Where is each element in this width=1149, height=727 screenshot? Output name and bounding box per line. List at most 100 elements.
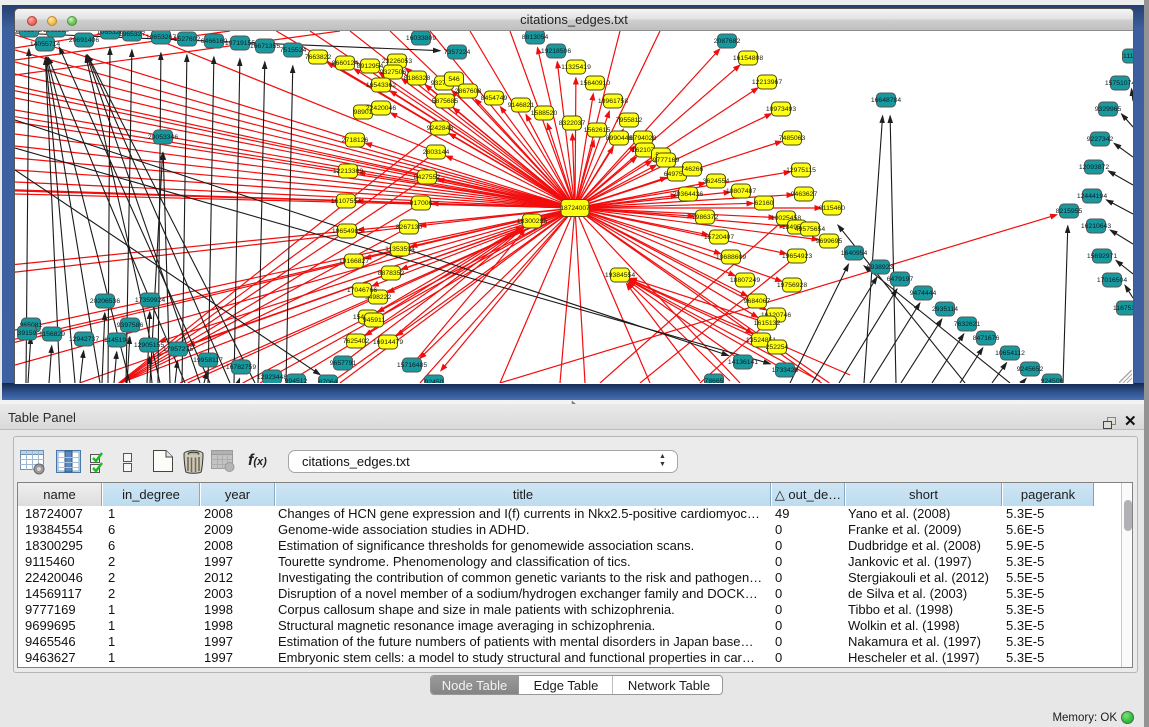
svg-text:12093872: 12093872 bbox=[1079, 164, 1109, 171]
svg-text:15720407: 15720407 bbox=[704, 234, 734, 241]
svg-text:1965327: 1965327 bbox=[119, 31, 146, 38]
svg-text:19756928: 19756928 bbox=[777, 282, 807, 289]
svg-text:16648784: 16648784 bbox=[871, 97, 901, 104]
svg-text:9245652: 9245652 bbox=[1017, 366, 1044, 373]
svg-text:10688609: 10688609 bbox=[716, 254, 746, 261]
svg-text:49575654: 49575654 bbox=[795, 226, 825, 233]
svg-text:16033809: 16033809 bbox=[406, 35, 436, 42]
svg-text:7485063: 7485063 bbox=[779, 135, 806, 142]
svg-text:20053346: 20053346 bbox=[148, 134, 178, 141]
svg-text:2867608: 2867608 bbox=[455, 88, 482, 95]
svg-text:9115460: 9115460 bbox=[819, 205, 845, 212]
svg-text:2405572: 2405572 bbox=[16, 31, 43, 34]
svg-text:3624554: 3624554 bbox=[703, 178, 730, 185]
svg-text:16914479: 16914479 bbox=[373, 339, 403, 346]
svg-text:2718126: 2718126 bbox=[342, 137, 369, 144]
svg-text:10807487: 10807487 bbox=[726, 188, 756, 195]
svg-text:14136141: 14136141 bbox=[728, 359, 758, 366]
svg-text:7515524: 7515524 bbox=[280, 47, 307, 54]
svg-text:15716485: 15716485 bbox=[397, 362, 427, 369]
svg-text:16671355: 16671355 bbox=[250, 43, 280, 50]
svg-text:8215955: 8215955 bbox=[1056, 208, 1083, 215]
svg-text:9397586: 9397586 bbox=[117, 322, 144, 329]
svg-text:8660124: 8660124 bbox=[332, 60, 359, 67]
svg-text:7357224: 7357224 bbox=[444, 49, 471, 56]
svg-text:9777169: 9777169 bbox=[653, 157, 680, 164]
svg-text:8322037: 8322037 bbox=[559, 120, 586, 127]
svg-text:12213369: 12213369 bbox=[333, 168, 363, 175]
svg-text:16107554: 16107554 bbox=[331, 198, 361, 205]
svg-text:18724007: 18724007 bbox=[560, 205, 590, 212]
svg-text:15692971: 15692971 bbox=[1087, 253, 1117, 260]
svg-text:10653267: 10653267 bbox=[146, 34, 176, 41]
svg-text:19218506: 19218506 bbox=[541, 48, 571, 55]
svg-text:8186328: 8186328 bbox=[404, 75, 431, 82]
svg-text:9329965: 9329965 bbox=[1095, 106, 1122, 113]
svg-text:9657791: 9657791 bbox=[330, 360, 357, 367]
svg-text:9146821: 9146821 bbox=[508, 102, 535, 109]
svg-text:62160: 62160 bbox=[755, 200, 774, 207]
svg-text:8267130: 8267130 bbox=[396, 224, 423, 231]
svg-text:1733426: 1733426 bbox=[772, 367, 799, 374]
svg-text:17957275: 17957275 bbox=[163, 346, 193, 353]
svg-text:20364436: 20364436 bbox=[673, 191, 703, 198]
svg-text:16210643: 16210643 bbox=[1081, 223, 1111, 230]
svg-text:19166827: 19166827 bbox=[339, 258, 369, 265]
svg-text:12923448: 12923448 bbox=[257, 374, 287, 381]
svg-text:252254: 252254 bbox=[766, 344, 789, 351]
svg-text:1527602: 1527602 bbox=[174, 36, 201, 43]
svg-text:18807249: 18807249 bbox=[730, 277, 760, 284]
svg-text:23226053: 23226053 bbox=[382, 58, 412, 65]
svg-text:8938923: 8938923 bbox=[867, 264, 894, 271]
svg-text:1615132: 1615132 bbox=[754, 320, 781, 327]
svg-text:6466160: 6466160 bbox=[201, 38, 228, 45]
svg-text:16543362: 16543362 bbox=[366, 82, 396, 89]
svg-text:19654985: 19654985 bbox=[332, 228, 362, 235]
svg-text:994512: 994512 bbox=[285, 378, 308, 383]
svg-text:12213967: 12213967 bbox=[752, 79, 782, 86]
svg-text:9474444: 9474444 bbox=[910, 290, 937, 297]
svg-text:7632621: 7632621 bbox=[954, 321, 981, 328]
svg-text:746266: 746266 bbox=[681, 166, 704, 173]
svg-text:546: 546 bbox=[448, 76, 460, 83]
svg-text:10654112: 10654112 bbox=[995, 350, 1025, 357]
svg-text:5875685: 5875685 bbox=[432, 98, 459, 105]
svg-text:1969250: 1969250 bbox=[43, 31, 70, 34]
svg-text:9699695: 9699695 bbox=[816, 238, 843, 245]
svg-text:8878352: 8878352 bbox=[378, 270, 405, 277]
svg-text:22420046: 22420046 bbox=[366, 105, 396, 112]
svg-text:11353594: 11353594 bbox=[385, 246, 415, 253]
svg-text:39159: 39159 bbox=[18, 330, 37, 337]
svg-text:11120: 11120 bbox=[1123, 53, 1133, 60]
svg-text:78665: 78665 bbox=[705, 378, 724, 383]
svg-text:17359924: 17359924 bbox=[135, 297, 165, 304]
svg-text:17046766: 17046766 bbox=[347, 287, 377, 294]
svg-text:10961758: 10961758 bbox=[598, 98, 628, 105]
svg-text:12444194: 12444194 bbox=[1077, 193, 1107, 200]
svg-text:8454749: 8454749 bbox=[481, 95, 508, 102]
svg-text:20691406: 20691406 bbox=[69, 37, 99, 44]
svg-text:8813054: 8813054 bbox=[522, 34, 549, 41]
svg-text:16782759: 16782759 bbox=[226, 364, 256, 371]
svg-text:7625402: 7625402 bbox=[343, 338, 370, 345]
svg-text:917006: 917006 bbox=[410, 200, 433, 207]
svg-text:12905155: 12905155 bbox=[134, 342, 164, 349]
svg-text:1145194: 1145194 bbox=[104, 337, 130, 344]
svg-text:8471676: 8471676 bbox=[973, 335, 1000, 342]
svg-text:9327506: 9327506 bbox=[380, 69, 407, 76]
svg-text:92450: 92450 bbox=[425, 379, 444, 383]
svg-text:1588520: 1588520 bbox=[531, 110, 558, 117]
svg-text:924506: 924506 bbox=[1041, 378, 1064, 383]
svg-text:945911: 945911 bbox=[363, 317, 385, 324]
svg-text:8990448: 8990448 bbox=[606, 135, 633, 142]
svg-text:18300295: 18300295 bbox=[517, 218, 547, 225]
svg-text:17016504: 17016504 bbox=[1097, 277, 1127, 284]
svg-text:1156829: 1156829 bbox=[39, 331, 65, 338]
svg-text:2803144: 2803144 bbox=[423, 149, 450, 156]
svg-text:15751074: 15751074 bbox=[1105, 80, 1133, 87]
svg-text:9684067: 9684067 bbox=[744, 298, 771, 305]
svg-text:14055714: 14055714 bbox=[30, 41, 60, 48]
svg-text:8427552: 8427552 bbox=[414, 174, 441, 181]
svg-text:7663822: 7663822 bbox=[305, 54, 332, 61]
svg-text:11325419: 11325419 bbox=[561, 64, 591, 71]
